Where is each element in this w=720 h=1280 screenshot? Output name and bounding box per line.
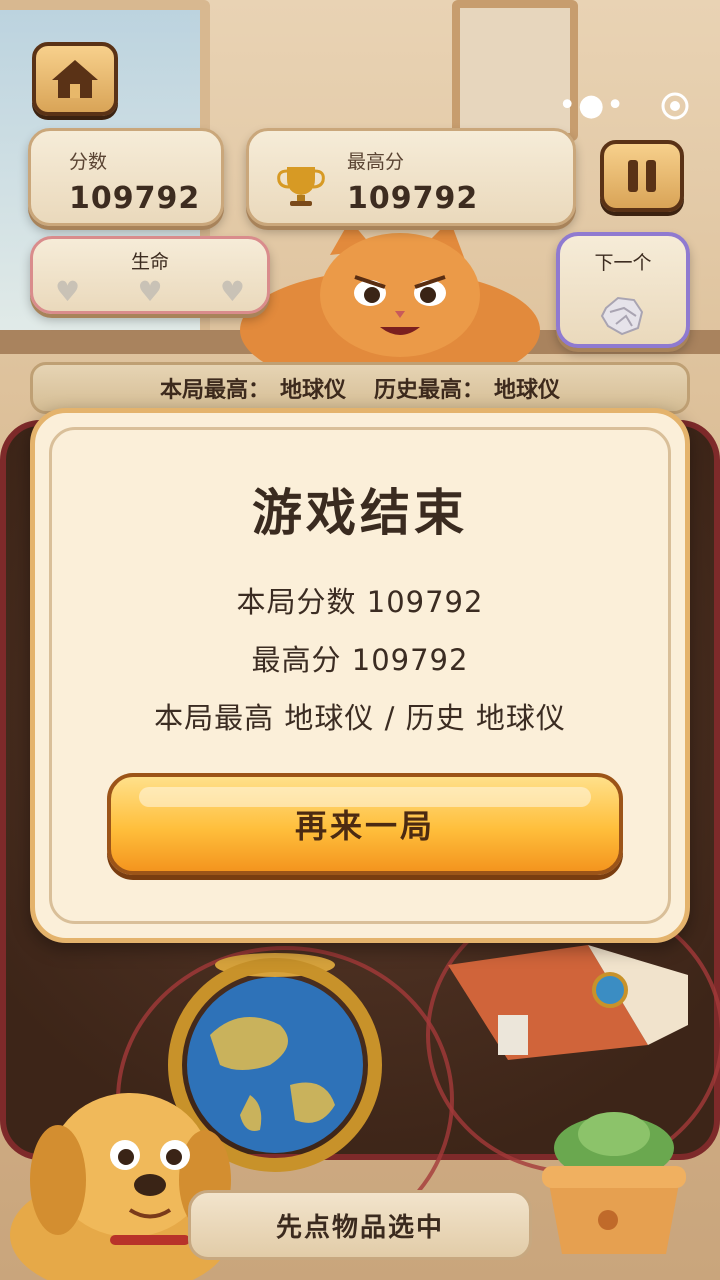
play-again-label: 再来一局 xyxy=(294,807,435,845)
round-record-value: 地球仪 xyxy=(279,378,346,403)
dialog-title: 游戏结束 xyxy=(252,484,468,542)
home-button[interactable] xyxy=(32,42,118,116)
record-bar: 本局最高： 地球仪 历史最高： 地球仪 xyxy=(30,362,690,414)
record-item-line: 本局最高 地球仪 / 历史 地球仪 xyxy=(154,701,566,735)
best-label: 最高分 xyxy=(347,151,405,173)
round-record-label: 本局最高： xyxy=(159,378,270,403)
succulent-plant xyxy=(542,1112,686,1254)
miniprogram-capsule: •●• xyxy=(558,88,690,123)
home-icon xyxy=(52,60,98,98)
heart-icon: ♥ xyxy=(137,275,163,308)
history-record-label: 历史最高： xyxy=(374,378,485,403)
play-again-button[interactable]: 再来一局 xyxy=(107,773,623,875)
lives-card: 生命 ♥ ♥ ♥ xyxy=(30,236,270,314)
next-item-card: 下一个 xyxy=(556,232,690,348)
more-icon[interactable]: •●• xyxy=(558,88,626,123)
final-score-line: 本局分数 109792 xyxy=(236,585,484,619)
game-over-dialog: 游戏结束 本局分数 109792 最高分 109792 本局最高 地球仪 / 历… xyxy=(30,408,690,943)
hint-text: 先点物品选中 xyxy=(275,1212,444,1243)
pause-button[interactable] xyxy=(600,140,684,212)
lives-hearts: ♥ ♥ ♥ xyxy=(55,275,245,308)
heart-icon: ♥ xyxy=(219,275,245,308)
best-score-card: 最高分 109792 xyxy=(246,128,576,226)
hint-bar: 先点物品选中 xyxy=(188,1190,532,1260)
house-item[interactable] xyxy=(448,935,698,1065)
trophy-icon xyxy=(277,167,325,206)
close-target-icon[interactable] xyxy=(660,91,690,121)
pause-icon xyxy=(628,160,656,192)
best-value: 109792 xyxy=(347,181,479,216)
history-record-value: 地球仪 xyxy=(494,378,561,403)
best-score-line: 最高分 109792 xyxy=(251,643,469,677)
next-label: 下一个 xyxy=(594,252,652,274)
heart-icon: ♥ xyxy=(55,275,81,308)
lives-label: 生命 xyxy=(130,251,169,273)
score-label: 分数 xyxy=(69,151,108,173)
paper-ball-icon xyxy=(600,296,644,336)
score-card: 分数 109792 xyxy=(28,128,224,226)
score-value: 109792 xyxy=(69,181,201,216)
